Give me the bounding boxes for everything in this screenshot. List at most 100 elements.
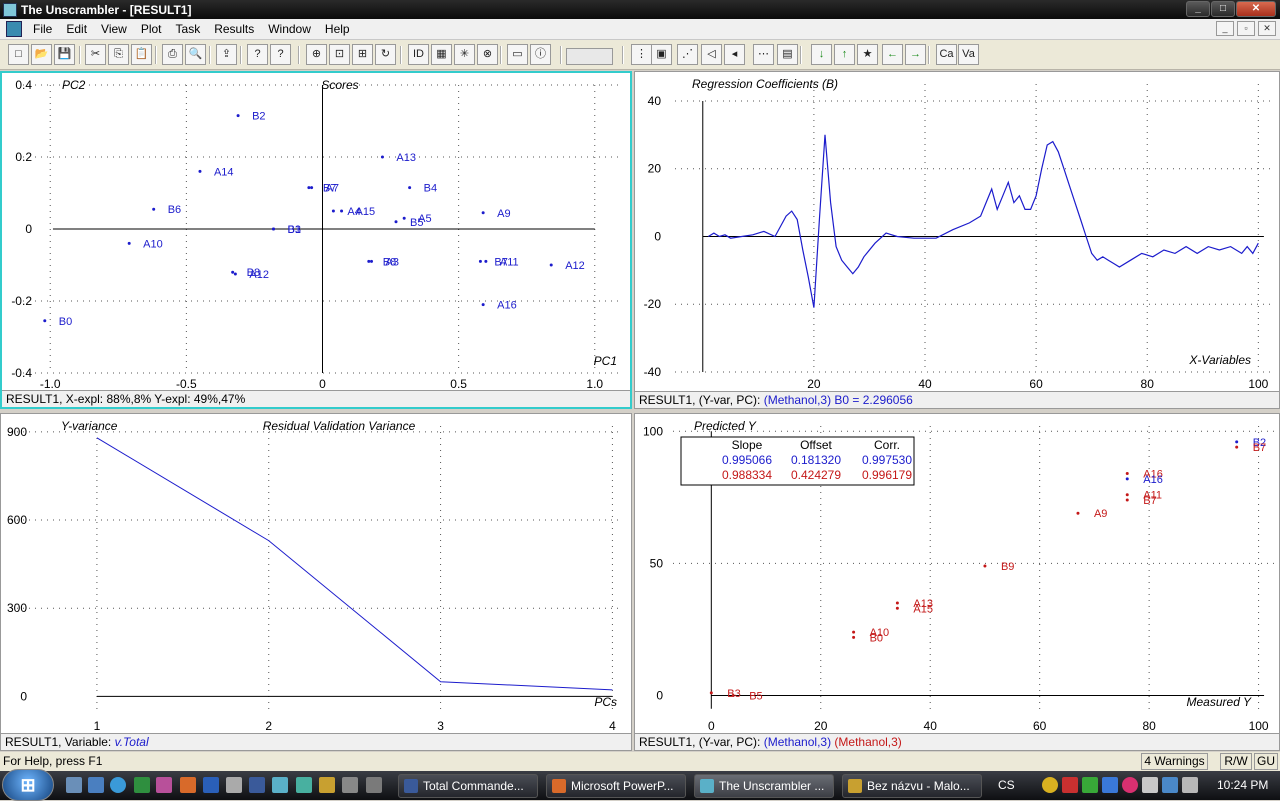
language-indicator[interactable]: CS — [998, 778, 1015, 792]
predicted-panel[interactable]: 0 20 40 60 80 100 100 50 0 Predicted Y Measured Y B… — [634, 413, 1280, 751]
window-icon[interactable]: ▭ — [507, 44, 528, 65]
switch-windows-icon[interactable] — [88, 777, 104, 793]
context-help-icon[interactable]: ? — [270, 44, 291, 65]
menu-plot[interactable]: Plot — [134, 22, 169, 36]
help-icon[interactable]: ? — [247, 44, 268, 65]
task-paint[interactable]: Bez názvu - Malo... — [842, 774, 982, 798]
residual-plot[interactable]: 1 2 3 4 900 600 300 0 Y-variance Residual Validat… — [1, 414, 631, 732]
right-arrow-icon[interactable]: → — [905, 44, 926, 65]
paint-icon[interactable] — [342, 777, 358, 793]
down-arrow-icon[interactable]: ↓ — [811, 44, 832, 65]
prediction-point — [1125, 493, 1129, 497]
mark-one-icon[interactable]: ⋮ — [631, 44, 652, 65]
paste-icon[interactable]: 📋 — [131, 44, 152, 65]
export-icon[interactable]: ⇪ — [216, 44, 237, 65]
unscrambler-icon[interactable] — [272, 777, 288, 793]
menu-results[interactable]: Results — [207, 22, 261, 36]
menu-task[interactable]: Task — [169, 22, 208, 36]
tool-icon[interactable] — [226, 777, 242, 793]
refresh-icon[interactable]: ↻ — [375, 44, 396, 65]
powerpoint-icon[interactable] — [180, 777, 196, 793]
tray-icon-1[interactable] — [1042, 777, 1058, 793]
menu-help[interactable]: Help — [318, 22, 357, 36]
regression-plot[interactable]: 20 40 60 80 100 40 20 0 -20 -40 Regression Coeffic… — [635, 72, 1279, 390]
y-tick-label: 100 — [643, 424, 663, 438]
zoom-in-icon[interactable]: ⊞ — [352, 44, 373, 65]
open-folder-icon[interactable]: 📂 — [31, 44, 52, 65]
app3-icon[interactable] — [319, 777, 335, 793]
regression-panel[interactable]: 20 40 60 80 100 40 20 0 -20 -40 Regression Coeffic… — [634, 71, 1280, 409]
star-mark-icon[interactable]: ✳ — [454, 44, 475, 65]
totalcmd-icon[interactable] — [249, 777, 265, 793]
show-desktop-icon[interactable] — [66, 777, 82, 793]
minimize-button[interactable]: _ — [1186, 1, 1210, 17]
zoom-combo[interactable] — [566, 48, 613, 65]
close-button[interactable]: ✕ — [1236, 1, 1276, 17]
print-icon[interactable]: ⎙ — [162, 44, 183, 65]
mark-lasso-icon[interactable]: ⋰ — [677, 44, 698, 65]
tray-icon-2[interactable] — [1062, 777, 1078, 793]
mark-group-icon[interactable]: ⋯ — [753, 44, 774, 65]
tray-icon-3[interactable] — [1082, 777, 1098, 793]
paint-task-icon — [848, 779, 862, 793]
menu-view[interactable]: View — [94, 22, 134, 36]
scores-plot[interactable]: -1.0 -0.5 0 0.5 1.0 0.4 0.2 0 -0.2 -0.4 PC2 Scores P… — [2, 73, 630, 389]
maximize-button[interactable]: □ — [1211, 1, 1235, 17]
score-point — [367, 259, 371, 263]
volume-icon[interactable] — [1182, 777, 1198, 793]
menu-window[interactable]: Window — [261, 22, 318, 36]
task-powerpoint[interactable]: Microsoft PowerP... — [546, 774, 686, 798]
x-tick-label: 40 — [924, 719, 938, 732]
mark-range-icon[interactable]: ▤ — [777, 44, 798, 65]
new-file-icon[interactable]: □ — [8, 44, 29, 65]
tray-icon-5[interactable] — [1122, 777, 1138, 793]
info-icon[interactable]: ⓘ — [530, 44, 551, 65]
validate-icon[interactable]: Va — [958, 44, 979, 65]
ie-icon[interactable] — [110, 777, 126, 793]
y-tick-label: 900 — [7, 425, 27, 439]
predicted-plot[interactable]: 0 20 40 60 80 100 100 50 0 Predicted Y Measured Y B… — [635, 414, 1279, 732]
star-icon[interactable]: ★ — [857, 44, 878, 65]
task-unscrambler[interactable]: The Unscrambler ... — [694, 774, 834, 798]
menu-file[interactable]: File — [26, 22, 59, 36]
clock[interactable]: 10:24 PM — [1217, 778, 1268, 792]
start-button[interactable]: ⊞ — [2, 769, 54, 801]
crosshair-icon[interactable]: ⊗ — [477, 44, 498, 65]
grid-icon[interactable]: ▦ — [431, 44, 452, 65]
print-preview-icon[interactable]: 🔍 — [185, 44, 206, 65]
point-label: A14 — [214, 166, 234, 178]
sample-id-icon[interactable]: ID — [408, 44, 429, 65]
mdi-restore-button[interactable]: ▫ — [1237, 21, 1255, 36]
jump-icon[interactable]: ◂ — [724, 44, 745, 65]
onenote-icon[interactable] — [156, 777, 172, 793]
menu-edit[interactable]: Edit — [59, 22, 94, 36]
copy-icon[interactable]: ⎘ — [108, 44, 129, 65]
up-arrow-icon[interactable]: ↑ — [834, 44, 855, 65]
window-title: The Unscrambler - [RESULT1] — [21, 2, 192, 17]
unmark-icon[interactable]: ◁ — [701, 44, 722, 65]
cut-icon[interactable]: ✂ — [85, 44, 106, 65]
score-point — [408, 186, 412, 190]
mdi-close-button[interactable]: ✕ — [1258, 21, 1276, 36]
residual-panel[interactable]: 1 2 3 4 900 600 300 0 Y-variance Residual Validat… — [0, 413, 632, 751]
word-icon[interactable] — [203, 777, 219, 793]
app2-icon[interactable] — [296, 777, 312, 793]
excel-icon[interactable] — [134, 777, 150, 793]
scores-panel[interactable]: -1.0 -0.5 0 0.5 1.0 0.4 0.2 0 -0.2 -0.4 PC2 Scores P… — [0, 71, 632, 409]
save-icon[interactable]: 💾 — [54, 44, 75, 65]
document-icon[interactable] — [6, 21, 22, 37]
expand-icon[interactable] — [366, 777, 382, 793]
score-point — [127, 241, 131, 245]
warnings-indicator[interactable]: 4 Warnings — [1141, 753, 1208, 770]
calibrate-icon[interactable]: Ca — [936, 44, 957, 65]
battery-icon[interactable] — [1142, 777, 1158, 793]
zoom-frame-icon[interactable]: ⊡ — [329, 44, 350, 65]
tray-icon-4[interactable] — [1102, 777, 1118, 793]
network-icon[interactable] — [1162, 777, 1178, 793]
mark-rect-icon[interactable]: ▣ — [651, 44, 672, 65]
zoom-fit-icon[interactable]: ⊕ — [306, 44, 327, 65]
predicted-status: RESULT1, (Y-var, PC): (Methanol,3) (Meth… — [635, 733, 1279, 750]
mdi-minimize-button[interactable]: _ — [1216, 21, 1234, 36]
task-total-commander[interactable]: Total Commande... — [398, 774, 538, 798]
left-arrow-icon[interactable]: ← — [882, 44, 903, 65]
